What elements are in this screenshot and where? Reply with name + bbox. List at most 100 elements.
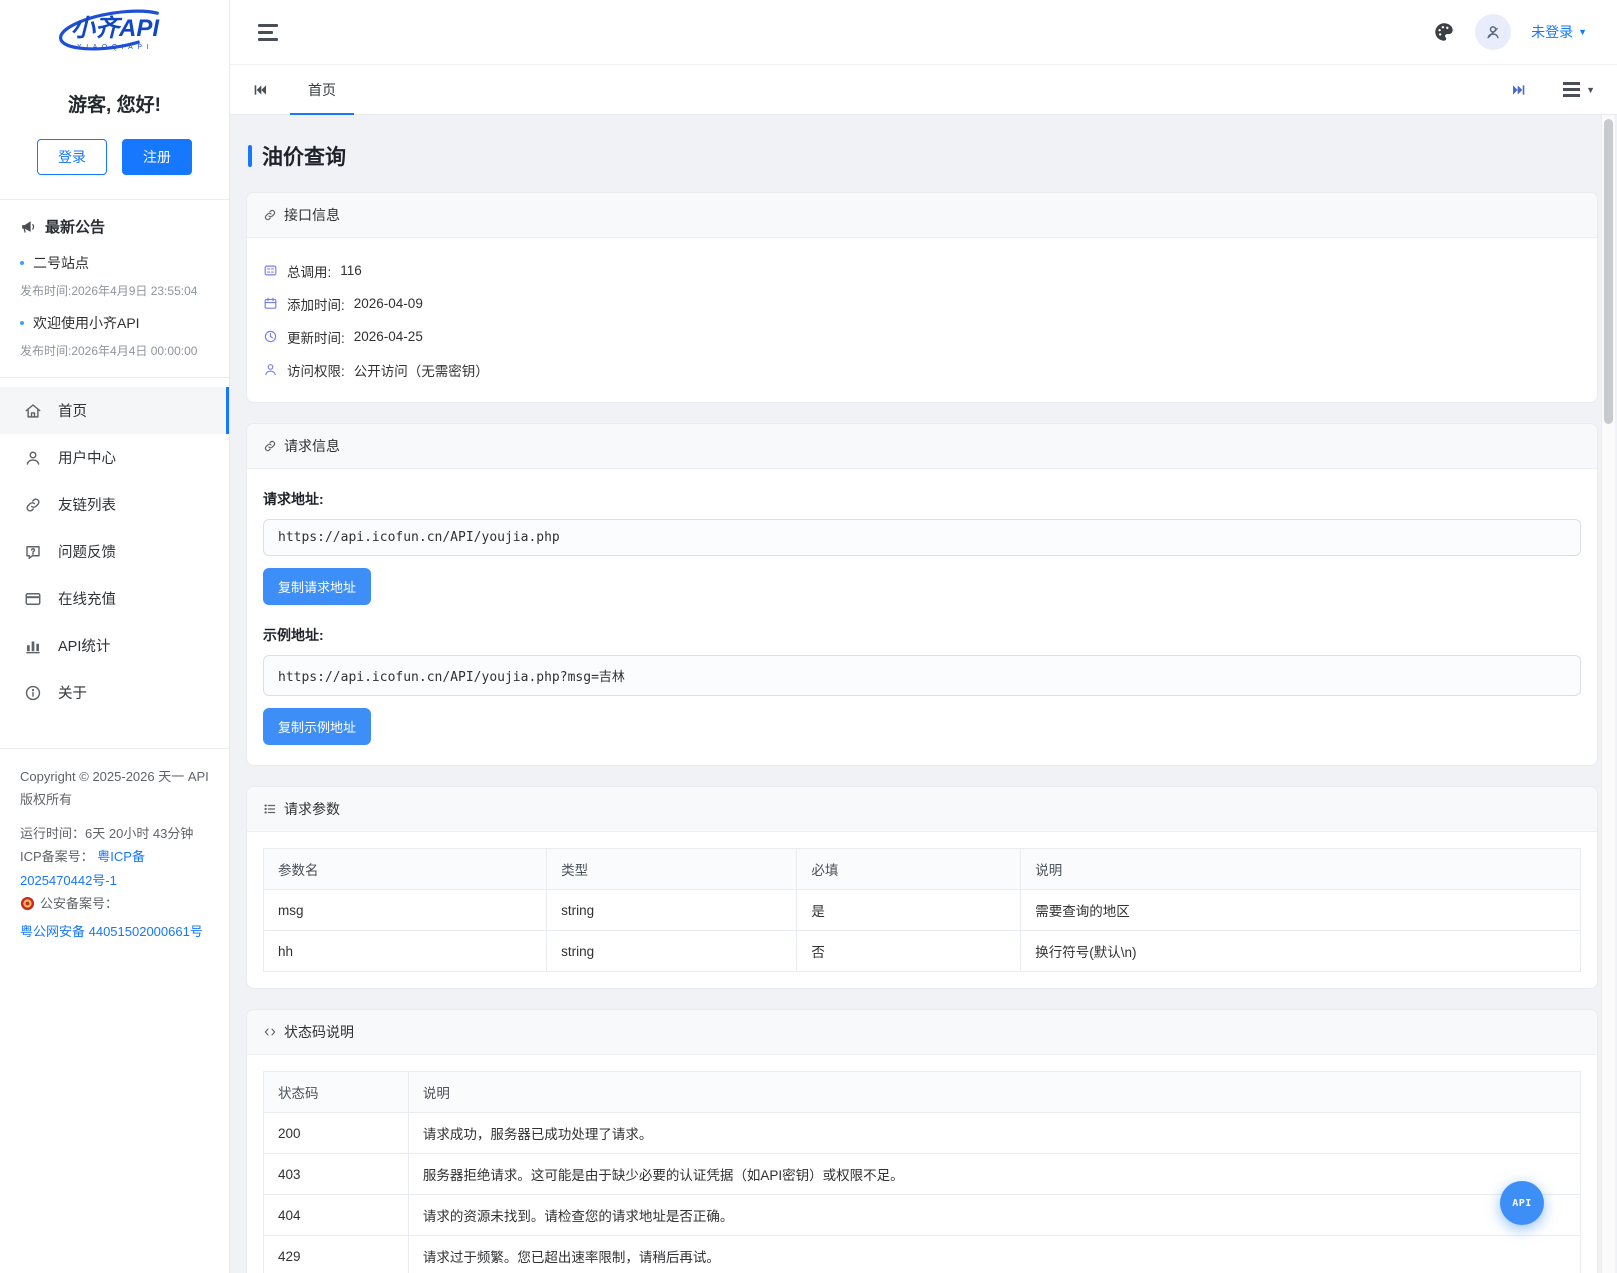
added-time-item: 添加时间: 2026-04-09 [263, 287, 1581, 320]
announcement-title: 欢迎使用小齐API [33, 315, 140, 331]
greeting-text: 游客, 您好! [68, 95, 161, 116]
scroll-tabs-left-icon[interactable] [244, 82, 276, 98]
sidebar-item-home[interactable]: 首页 [0, 387, 229, 434]
access-item: 访问权限: 公开访问（无需密钥） [263, 353, 1581, 386]
theme-palette-icon[interactable] [1433, 21, 1455, 43]
status-codes-table: 状态码 说明 200 请求成功，服务器已成功处理了请求。 403 服务器拒绝请求。这… [263, 1071, 1582, 1273]
column-header: 说明 [1020, 848, 1581, 890]
list-icon [264, 804, 276, 814]
updated-time-item: 更新时间: 2026-04-25 [263, 320, 1581, 353]
topbar: 未登录 ▼ [230, 0, 1617, 65]
user-icon [24, 449, 42, 467]
bullet-dot-icon [20, 321, 24, 325]
item-label: 更新时间: [287, 330, 345, 346]
copy-example-url-button[interactable]: 复制示例地址 [263, 708, 372, 745]
column-header: 说明 [407, 1071, 1582, 1113]
params-card: 请求参数 参数名 类型 必填 说明 msg string 是 需要查询的地区 h… [246, 786, 1598, 989]
column-header: 类型 [546, 848, 798, 890]
column-header: 状态码 [263, 1071, 409, 1113]
column-header: 参数名 [262, 848, 548, 890]
sidebar-item-feedback[interactable]: 问题反馈 [0, 528, 229, 575]
svg-text:小齐API: 小齐API [70, 15, 159, 42]
chart-icon [24, 637, 42, 655]
police-link[interactable]: 粤公网安备 44051502000661号 [20, 920, 203, 943]
sidebar-item-recharge[interactable]: 在线充值 [0, 575, 229, 622]
avatar[interactable] [1475, 14, 1512, 50]
link-icon [24, 496, 42, 514]
column-header: 必填 [796, 848, 1022, 890]
item-label: 添加时间: [287, 297, 345, 313]
main-area: 未登录 ▼ 首页 ▼ 油价查询 接口信息 总调用: 116 添加时间: 2026… [230, 0, 1617, 1273]
login-button[interactable]: 登录 [37, 139, 107, 175]
runtime-line: 运行时间：6天 20小时 43分钟 [20, 825, 194, 841]
user-slash-icon [1487, 26, 1499, 39]
register-button[interactable]: 注册 [122, 139, 192, 175]
megaphone-icon [22, 221, 35, 233]
sidebar-item-links[interactable]: 友链列表 [0, 481, 229, 528]
sidebar-item-label: 关于 [58, 686, 87, 702]
table-row: 429 请求过于频繁。您已超出速率限制，请稍后再试。 [263, 1235, 1582, 1273]
page-content: 油价查询 接口信息 总调用: 116 添加时间: 2026-04-09 更新时间… [230, 115, 1617, 1273]
card-title: 接口信息 [284, 207, 340, 223]
request-url-label: 请求地址: [263, 491, 324, 507]
user-label: 未登录 [1531, 24, 1574, 40]
chevron-down-icon: ▼ [1578, 27, 1587, 37]
card-title: 请求参数 [284, 801, 340, 817]
menu-icon [1563, 82, 1581, 97]
example-url-box[interactable]: https://api.icofun.cn/API/youjia.php?msg… [263, 655, 1581, 696]
sidebar-item-api-stats[interactable]: API统计 [0, 622, 229, 669]
table-row: 200 请求成功，服务器已成功处理了请求。 [263, 1112, 1582, 1154]
request-url-box[interactable]: https://api.icofun.cn/API/youjia.php [263, 519, 1581, 556]
sidebar-item-label: 友链列表 [58, 498, 116, 514]
item-value: 116 [340, 263, 362, 278]
collapse-menu-icon[interactable] [258, 23, 278, 41]
user-menu[interactable]: 未登录 ▼ [1531, 22, 1587, 42]
example-url-label: 示例地址: [263, 627, 324, 643]
calendar-icon [264, 297, 277, 309]
code-icon [264, 1028, 276, 1036]
brand-logo[interactable]: 小齐API XIAOQIAPI [0, 0, 229, 66]
item-label: 访问权限: [287, 363, 345, 379]
chevron-down-icon: ▼ [1586, 84, 1595, 95]
runtime-value: 6天 20小时 43分钟 [85, 825, 194, 841]
scroll-tabs-right-icon[interactable] [1503, 82, 1535, 98]
tab-home[interactable]: 首页 [284, 65, 360, 115]
icp-line: ICP备案号： 粤ICP备2025470442号-1 [20, 849, 145, 888]
announcements-section: 最新公告 二号站点 发布时间:2026年4月9日 23:55:04 欢迎使用小齐… [0, 200, 229, 378]
announcement-item[interactable]: 二号站点 发布时间:2026年4月9日 23:55:04 [20, 243, 209, 303]
sidebar-item-label: 用户中心 [58, 451, 116, 467]
table-row: msg string 是需要查询的地区 [262, 889, 1581, 931]
sidebar-item-label: 在线充值 [58, 592, 116, 608]
access-user-icon [265, 364, 276, 376]
item-value: 2026-04-25 [353, 329, 423, 344]
page-title: 油价查询 [248, 141, 1598, 171]
api-info-card: 接口信息 总调用: 116 添加时间: 2026-04-09 更新时间: 202… [246, 192, 1598, 403]
announcements-title: 最新公告 [45, 219, 106, 236]
table-header-row: 参数名 类型 必填 说明 [262, 848, 1581, 890]
announcement-title: 二号站点 [33, 255, 89, 271]
announcement-time: 发布时间:2026年4月9日 23:55:04 [20, 284, 198, 298]
history-icon [264, 330, 277, 343]
scrollbar[interactable] [1601, 115, 1615, 1273]
total-calls-item: 总调用: 116 [263, 254, 1581, 287]
tabbar: 首页 ▼ [230, 65, 1617, 115]
item-value: 2026-04-09 [353, 296, 423, 311]
tab-options-menu[interactable]: ▼ [1563, 82, 1595, 97]
sidebar-item-label: 问题反馈 [58, 545, 116, 561]
item-label: 总调用: [287, 264, 332, 280]
api-floating-button[interactable]: API [1500, 1181, 1544, 1225]
greeting-section: 游客, 您好! 登录 注册 [0, 66, 229, 200]
copy-request-url-button[interactable]: 复制请求地址 [263, 568, 372, 605]
announcement-item[interactable]: 欢迎使用小齐API 发布时间:2026年4月4日 00:00:00 [20, 303, 209, 363]
sidebar-item-about[interactable]: 关于 [0, 669, 229, 716]
link-icon [264, 209, 276, 221]
sidebar-item-user-center[interactable]: 用户中心 [0, 434, 229, 481]
bullet-dot-icon [20, 261, 24, 265]
card-icon [24, 590, 42, 608]
table-row: 403 服务器拒绝请求。这可能是由于缺少必要的认证凭据（如API密钥）或权限不足。 [263, 1153, 1582, 1195]
tab-label: 首页 [308, 81, 336, 98]
app-root: 小齐API XIAOQIAPI 游客, 您好! 登录 注册 最新公告 二号站点 … [0, 0, 1617, 1273]
police-badge-icon [20, 896, 35, 911]
table-row: hh string 否换行符号(默认\n) [262, 930, 1581, 972]
scrollbar-thumb[interactable] [1604, 119, 1613, 424]
